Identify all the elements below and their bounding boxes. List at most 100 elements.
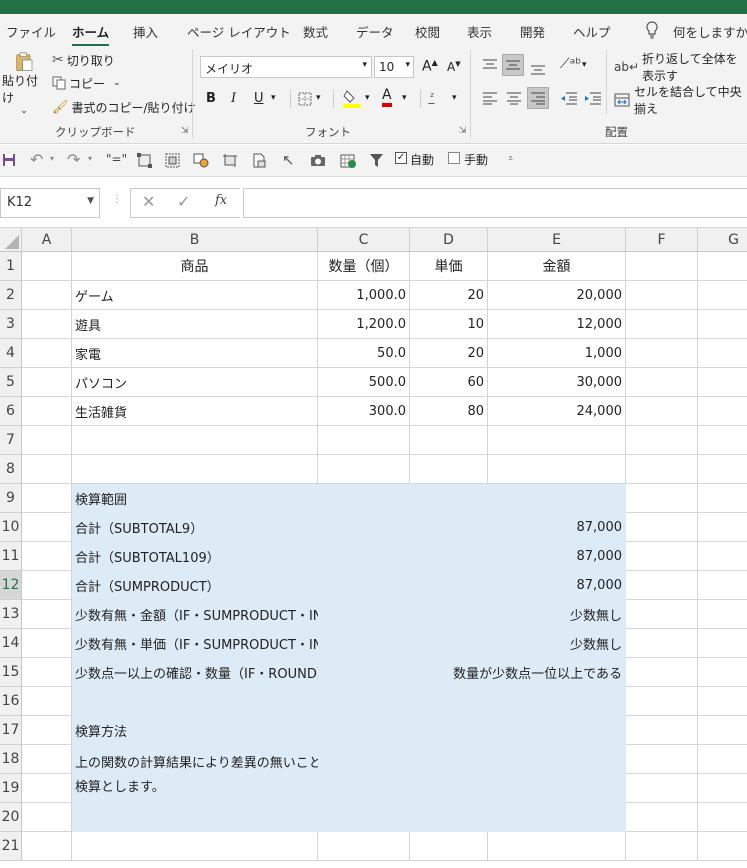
row-header-20[interactable]: 20 <box>0 803 22 832</box>
cell-b11[interactable]: 合計（SUBTOTAL109） <box>72 542 318 571</box>
cell-c10[interactable] <box>318 513 410 542</box>
cell-d18[interactable] <box>410 745 488 774</box>
column-header-e[interactable]: E <box>488 228 626 252</box>
cell-b16[interactable] <box>72 687 318 716</box>
cell-c15[interactable] <box>318 658 410 687</box>
drag-handle-icon[interactable]: ⋮ <box>112 194 122 205</box>
save-icon[interactable] <box>2 153 16 167</box>
tab-help[interactable]: ヘルプ <box>573 22 611 41</box>
column-header-b[interactable]: B <box>72 228 318 252</box>
cell-c14[interactable] <box>318 629 410 658</box>
row-header-19[interactable]: 19 <box>0 774 22 803</box>
row-header-12[interactable]: 12 <box>0 571 22 600</box>
crop-icon[interactable] <box>222 153 238 168</box>
row-header-6[interactable]: 6 <box>0 397 22 426</box>
cell-a20[interactable] <box>22 803 72 832</box>
cell-b6[interactable]: 生活雑貨 <box>72 397 318 426</box>
cell-g17[interactable] <box>698 716 747 745</box>
cell-e19[interactable] <box>488 774 626 803</box>
cell-a15[interactable] <box>22 658 72 687</box>
cell-a10[interactable] <box>22 513 72 542</box>
grow-font-button[interactable]: A▲ <box>422 58 438 75</box>
cell-d16[interactable] <box>410 687 488 716</box>
paste-button[interactable]: 貼り付け ⌄ <box>2 52 46 116</box>
cell-f2[interactable] <box>626 281 698 310</box>
cell-e13[interactable]: 少数無し <box>488 600 626 629</box>
cell-e18[interactable] <box>488 745 626 774</box>
lightbulb-icon[interactable] <box>645 21 659 39</box>
cell-d19[interactable] <box>410 774 488 803</box>
cell-d10[interactable] <box>410 513 488 542</box>
cell-a16[interactable] <box>22 687 72 716</box>
row-header-5[interactable]: 5 <box>0 368 22 397</box>
row-header-3[interactable]: 3 <box>0 310 22 339</box>
row-header-17[interactable]: 17 <box>0 716 22 745</box>
wrap-text-button[interactable]: ab↵ 折り返して全体を表示す <box>614 52 747 83</box>
cell-c7[interactable] <box>318 426 410 455</box>
font-size-select[interactable]: 10 ▾ <box>374 56 414 78</box>
cell-f14[interactable] <box>626 629 698 658</box>
cell-g19[interactable] <box>698 774 747 803</box>
cell-c4[interactable]: 50.0 <box>318 339 410 368</box>
worksheet-grid[interactable]: A B C D E F G 1 商品 数量（個） 単価 金額 2 ゲーム 1,000.0 20 2… <box>0 228 747 868</box>
cell-b12[interactable]: 合計（SUMPRODUCT） <box>72 571 318 600</box>
font-name-select[interactable]: メイリオ ▾ <box>200 56 372 78</box>
cell-e17[interactable] <box>488 716 626 745</box>
cell-f18[interactable] <box>626 745 698 774</box>
customize-qat-icon[interactable]: ⩡ <box>508 154 513 164</box>
increase-indent-icon[interactable] <box>584 91 602 105</box>
cell-d1[interactable]: 単価 <box>410 252 488 281</box>
row-header-2[interactable]: 2 <box>0 281 22 310</box>
cell-c17[interactable] <box>318 716 410 745</box>
page-icon[interactable] <box>252 153 266 168</box>
cell-f8[interactable] <box>626 455 698 484</box>
cell-b2[interactable]: ゲーム <box>72 281 318 310</box>
chevron-down-icon[interactable]: ▾ <box>316 93 321 103</box>
cell-a9[interactable] <box>22 484 72 513</box>
cell-g3[interactable] <box>698 310 747 339</box>
underline-button[interactable]: U <box>254 91 264 106</box>
cell-b13[interactable]: 少数有無・金額（IF・SUMPRODUCT・INT） <box>72 600 343 629</box>
cell-c16[interactable] <box>318 687 410 716</box>
chevron-down-icon[interactable]: ▾ <box>452 93 457 103</box>
column-header-d[interactable]: D <box>410 228 488 252</box>
cell-a13[interactable] <box>22 600 72 629</box>
cell-d20[interactable] <box>410 803 488 832</box>
camera-icon[interactable] <box>310 154 326 167</box>
row-header-9[interactable]: 9 <box>0 484 22 513</box>
cell-e20[interactable] <box>488 803 626 832</box>
cell-b19[interactable]: 検算とします。 <box>72 774 318 803</box>
insert-function-button[interactable]: fx <box>215 193 227 208</box>
cut-button[interactable]: ✂ 切り取り <box>52 50 115 70</box>
cell-a18[interactable] <box>22 745 72 774</box>
column-header-a[interactable]: A <box>22 228 72 252</box>
row-header-15[interactable]: 15 <box>0 658 22 687</box>
cell-b18[interactable]: 上の関数の計算結果により差異の無いことの確認と、端数による小数計算の誤差を確認の… <box>72 745 620 774</box>
cell-d5[interactable]: 60 <box>410 368 488 397</box>
chevron-down-icon[interactable]: ▾ <box>88 154 92 163</box>
chevron-down-icon[interactable]: ▾ <box>582 60 587 70</box>
align-left-icon[interactable] <box>482 91 498 105</box>
undo-icon[interactable]: ↶ <box>30 150 43 169</box>
cell-f10[interactable] <box>626 513 698 542</box>
cell-e21[interactable] <box>488 832 626 861</box>
cell-b20[interactable] <box>72 803 318 832</box>
shapes-icon[interactable] <box>193 153 209 168</box>
cell-e12[interactable]: 87,000 <box>488 571 626 600</box>
cell-f5[interactable] <box>626 368 698 397</box>
row-header-16[interactable]: 16 <box>0 687 22 716</box>
cell-b10[interactable]: 合計（SUBTOTAL9） <box>72 513 318 542</box>
column-header-g[interactable]: G <box>698 228 747 252</box>
cell-f20[interactable] <box>626 803 698 832</box>
cell-f16[interactable] <box>626 687 698 716</box>
cell-f9[interactable] <box>626 484 698 513</box>
bold-button[interactable]: B <box>206 91 216 106</box>
cell-b7[interactable] <box>72 426 318 455</box>
manual-calc-checkbox[interactable] <box>448 152 460 164</box>
fill-color-icon[interactable] <box>343 88 361 108</box>
cell-b5[interactable]: パソコン <box>72 368 318 397</box>
cell-b1[interactable]: 商品 <box>72 252 318 281</box>
cell-c5[interactable]: 500.0 <box>318 368 410 397</box>
row-header-1[interactable]: 1 <box>0 252 22 281</box>
tab-insert[interactable]: 挿入 <box>133 22 158 41</box>
